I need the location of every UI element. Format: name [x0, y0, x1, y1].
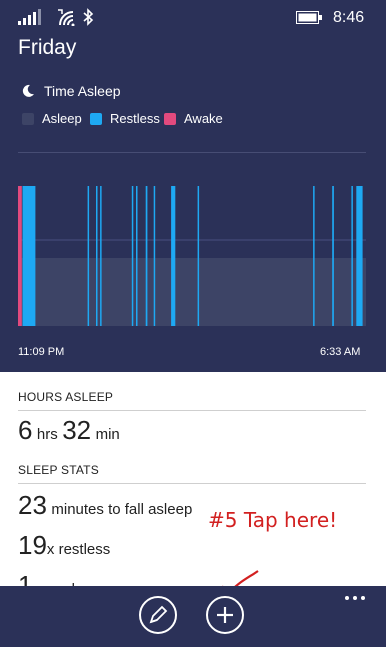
stat-text: x restless [46, 541, 111, 558]
section-label-time-asleep: Time Asleep [44, 83, 121, 99]
sleep-event-restless-11 [313, 186, 315, 326]
annotation-text: #5 Tap here! [208, 508, 338, 532]
page-title: Friday [18, 36, 77, 59]
divider-line [18, 410, 366, 411]
sleep-event-restless-10 [197, 186, 200, 326]
sleep-event-restless-5 [131, 186, 134, 326]
sleep-event-restless-3 [96, 186, 98, 326]
sleep-event-restless-1 [22, 186, 36, 326]
chart-end-time: 6:33 AM [320, 346, 361, 358]
legend-label-restless: Restless [110, 111, 160, 126]
divider-line [18, 483, 366, 484]
sleep-chart [18, 186, 366, 326]
chart-start-time: 11:09 PM [18, 346, 65, 358]
sleep-event-restless-7 [145, 186, 148, 326]
legend-swatch-asleep [22, 113, 34, 125]
sleep-event-restless-8 [153, 186, 156, 326]
sleep-event-awake-0 [18, 186, 22, 326]
stat-restless: 19x restless [18, 530, 110, 561]
sleep-event-restless-4 [100, 186, 102, 326]
stat-fall-asleep: 23 minutes to fall asleep [18, 490, 192, 521]
header-panel: 8:46 Friday Time Asleep Asleep Restless … [0, 0, 386, 372]
hours-asleep-heading: HOURS ASLEEP [18, 390, 114, 404]
stat-value: 23 [18, 490, 47, 520]
status-bar: 8:46 [0, 0, 386, 34]
hours-asleep-value: 6 hrs 32 min [18, 415, 120, 446]
hours-number: 6 [18, 415, 33, 445]
legend-swatch-awake [164, 113, 176, 125]
add-button[interactable] [206, 596, 244, 634]
stat-text: minutes to fall asleep [51, 501, 193, 518]
more-dots-icon[interactable] [340, 590, 370, 606]
battery-icon [296, 11, 322, 24]
hours-unit: hrs [36, 426, 58, 443]
edit-button[interactable] [139, 596, 177, 634]
app-bar [0, 586, 386, 647]
legend-swatch-restless [90, 113, 102, 125]
bluetooth-icon [83, 8, 94, 26]
sleep-event-restless-13 [351, 186, 353, 326]
sleep-event-restless-12 [332, 186, 334, 326]
chart-divider [18, 152, 366, 153]
stat-value: 19 [18, 530, 47, 560]
minutes-number: 32 [62, 415, 92, 445]
status-time: 8:46 [333, 9, 365, 26]
plus-icon [217, 607, 233, 623]
minutes-unit: min [95, 426, 120, 443]
sleep-event-restless-14 [356, 186, 363, 326]
sleep-event-restless-2 [87, 186, 90, 326]
sleep-stats-heading: SLEEP STATS [18, 463, 99, 477]
moon-icon [22, 84, 34, 97]
legend-label-asleep: Asleep [42, 111, 82, 126]
sleep-event-restless-9 [171, 186, 176, 326]
pencil-icon [149, 605, 168, 624]
legend-label-awake: Awake [184, 111, 223, 126]
sleep-event-restless-6 [136, 186, 138, 326]
signal-bars-icon [18, 9, 41, 25]
wifi-icon [58, 9, 75, 26]
